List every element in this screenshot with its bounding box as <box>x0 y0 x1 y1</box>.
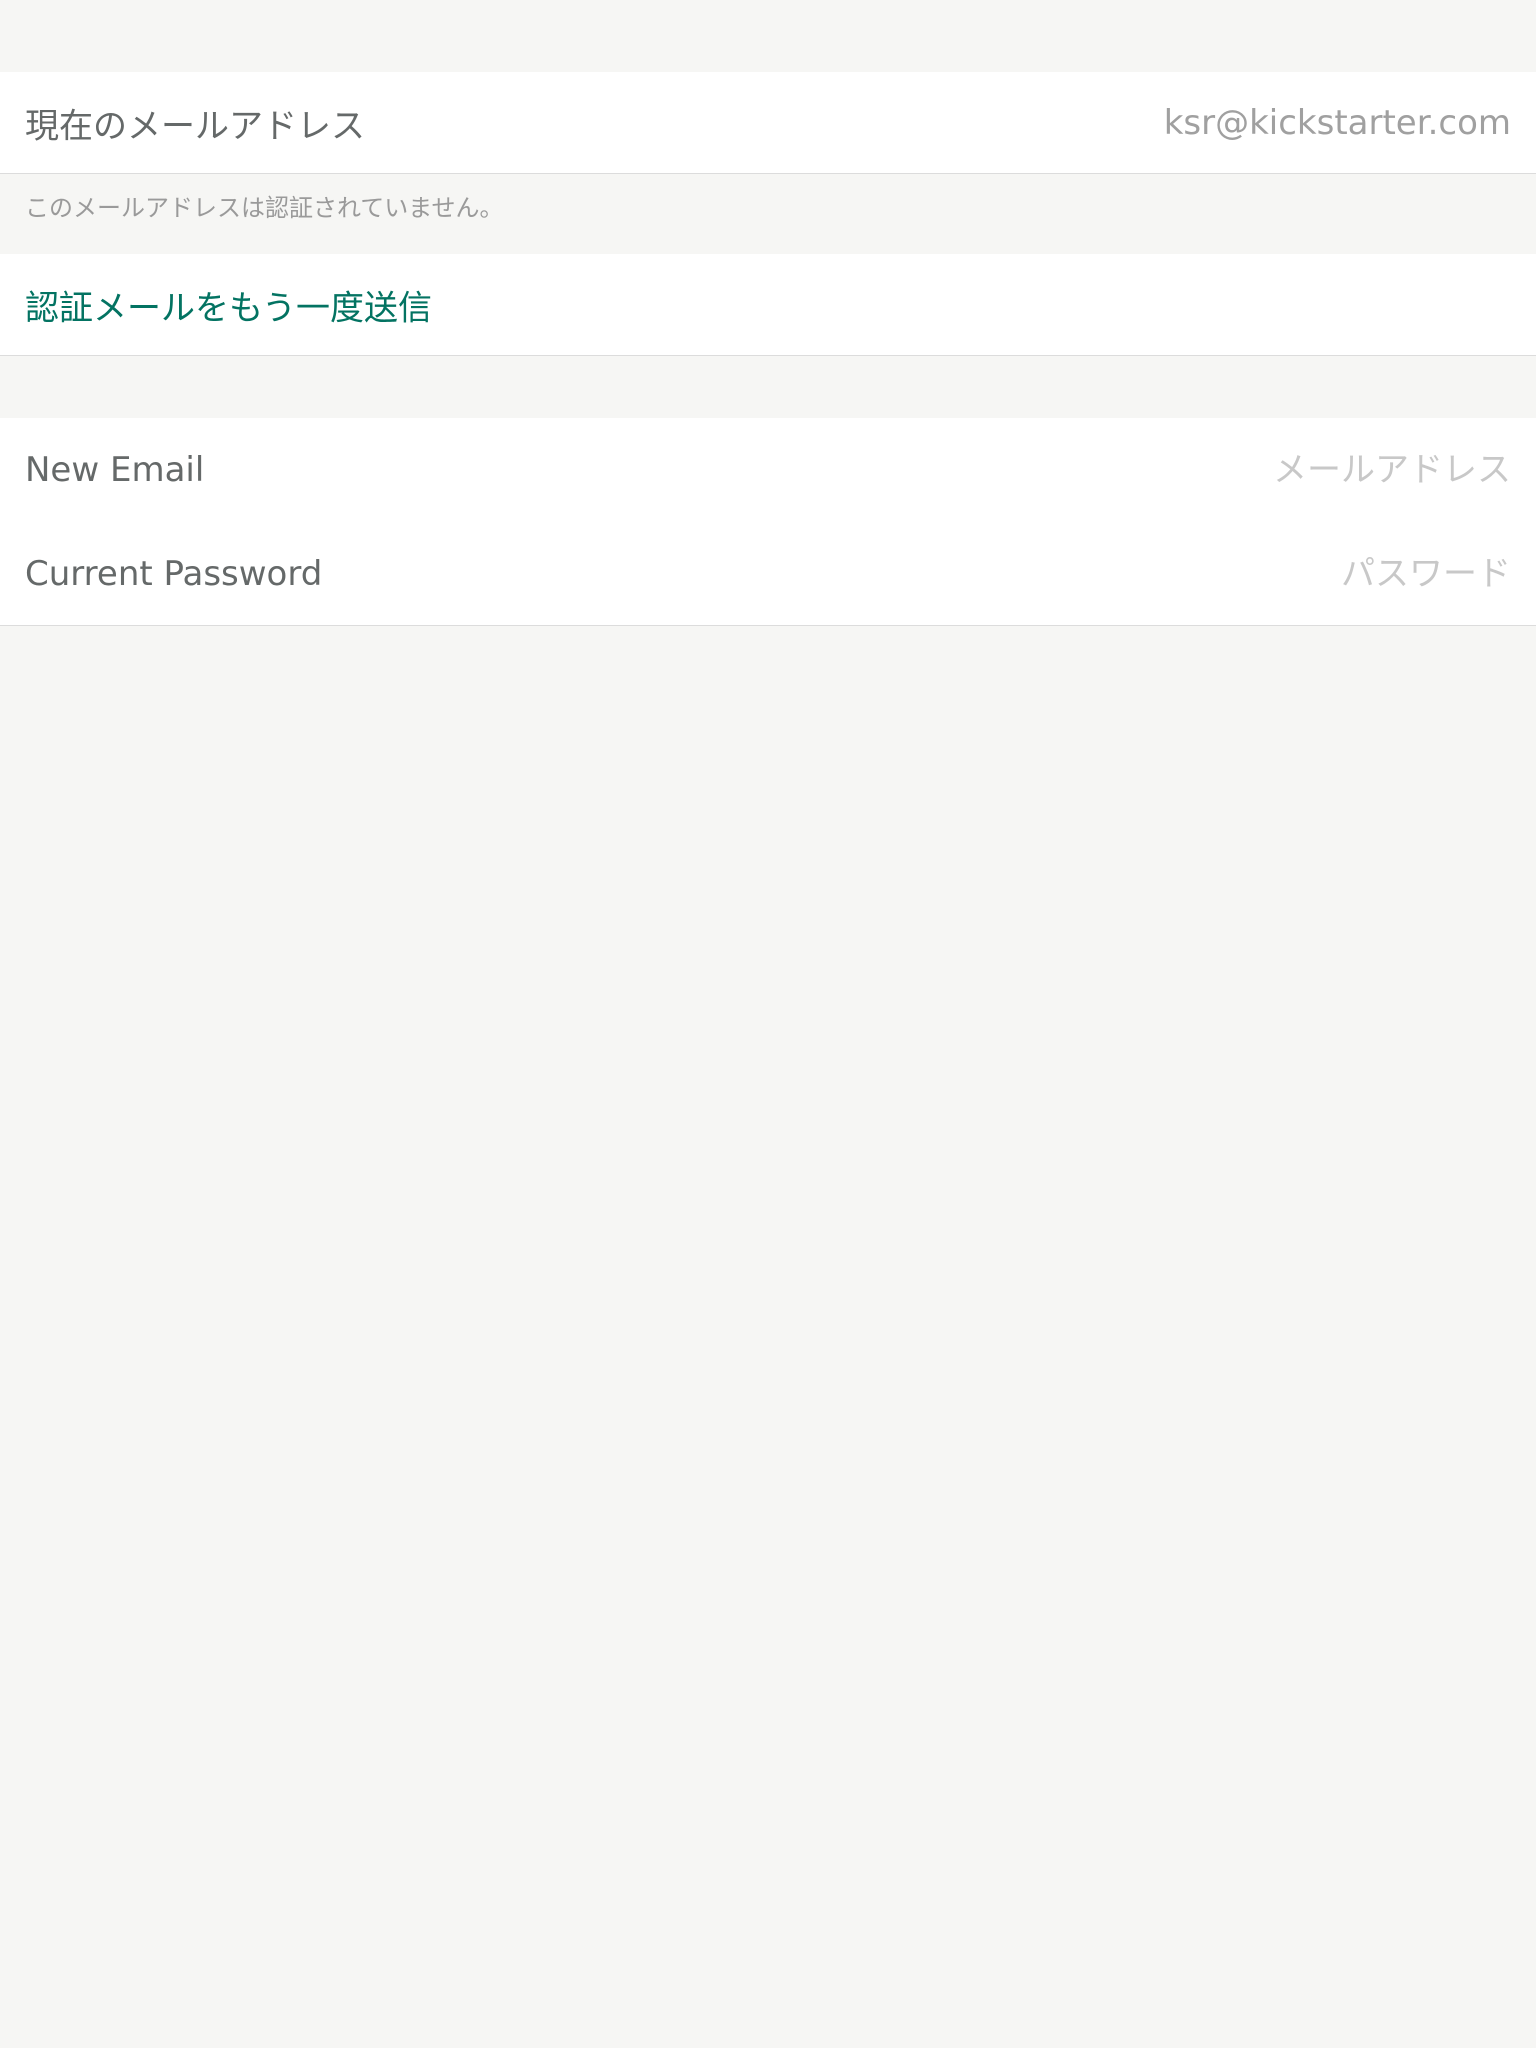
current-email-value: ksr@kickstarter.com <box>1163 102 1511 143</box>
new-email-label: New Email <box>25 450 205 490</box>
new-email-input[interactable] <box>911 440 1511 500</box>
current-password-row: Current Password <box>0 522 1536 626</box>
new-email-row: New Email <box>0 418 1536 522</box>
unverified-note-text: このメールアドレスは認証されていません。 <box>25 194 504 222</box>
current-email-label: 現在のメールアドレス <box>25 106 365 146</box>
resend-verification-row[interactable]: 認証メールをもう一度送信 <box>0 254 1536 356</box>
current-password-label: Current Password <box>25 553 323 594</box>
resend-verification-button[interactable]: 認証メールをもう一度送信 <box>25 280 432 329</box>
unverified-note: このメールアドレスは認証されていません。 <box>0 174 1536 254</box>
current-password-input[interactable] <box>911 543 1511 604</box>
current-email-row: 現在のメールアドレス ksr@kickstarter.com <box>0 72 1536 174</box>
top-spacer <box>0 0 1536 72</box>
